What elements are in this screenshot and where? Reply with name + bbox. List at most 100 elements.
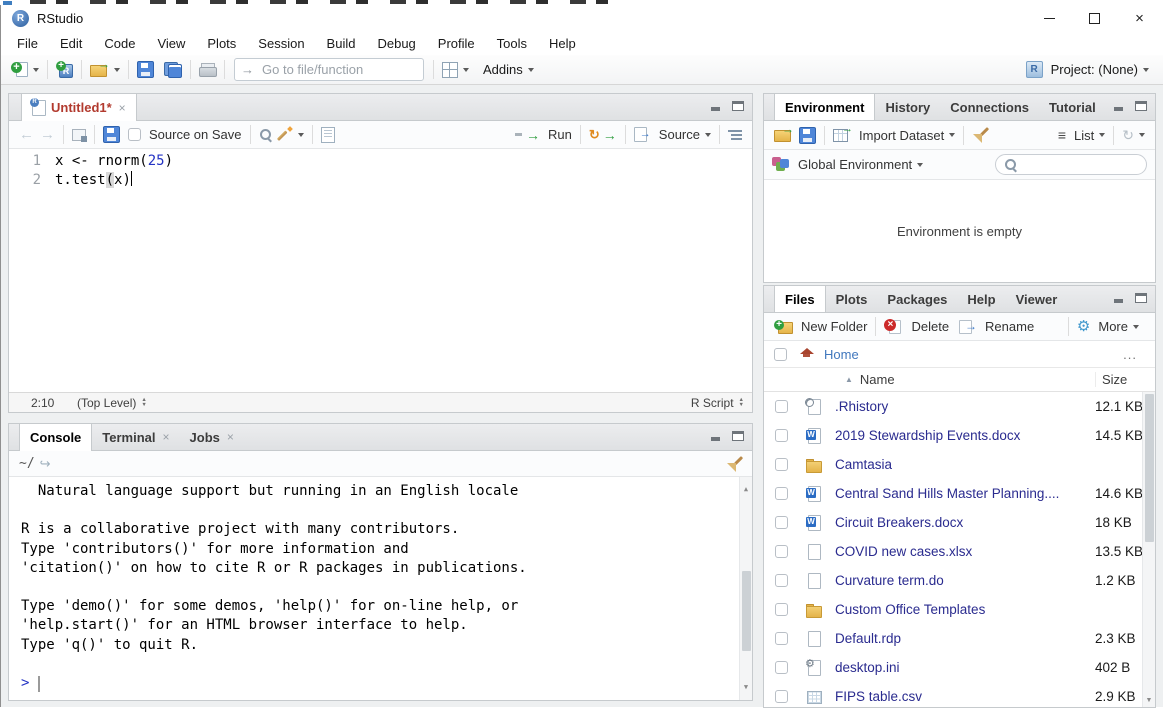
file-checkbox[interactable]: [775, 632, 788, 645]
file-checkbox[interactable]: [775, 458, 788, 471]
environment-scope-selector[interactable]: Global Environment: [795, 155, 926, 174]
file-name-link[interactable]: Curvature term.do: [835, 573, 1095, 588]
minimize-button[interactable]: [1027, 5, 1072, 31]
console-scrollbar[interactable]: ▲ ▼: [739, 477, 752, 700]
file-name-link[interactable]: Circuit Breakers.docx: [835, 515, 1095, 530]
scrollbar-thumb[interactable]: [742, 571, 751, 651]
close-tab-icon[interactable]: ×: [163, 430, 170, 444]
menu-item-code[interactable]: Code: [93, 33, 146, 54]
pane-minimize-icon[interactable]: [1113, 293, 1126, 304]
size-column-header[interactable]: Size: [1095, 372, 1155, 387]
save-source-button[interactable]: [100, 124, 123, 145]
clear-environment-button[interactable]: [969, 125, 991, 145]
save-workspace-button[interactable]: [796, 125, 819, 146]
environment-search-input[interactable]: [1022, 157, 1138, 173]
file-checkbox[interactable]: [775, 516, 788, 529]
scrollbar-thumb[interactable]: [1145, 394, 1154, 542]
source-button[interactable]: Source: [631, 125, 714, 144]
file-row[interactable]: Camtasia: [764, 450, 1155, 479]
pane-minimize-icon[interactable]: [710, 101, 723, 112]
file-name-link[interactable]: FIPS table.csv: [835, 689, 1095, 704]
environment-tab-environment[interactable]: Environment: [774, 94, 875, 121]
compile-report-button[interactable]: [318, 125, 338, 145]
load-workspace-button[interactable]: [771, 126, 796, 144]
new-folder-button[interactable]: New Folder: [771, 317, 870, 336]
file-name-link[interactable]: 2019 Stewardship Events.docx: [835, 428, 1095, 443]
document-outline-button[interactable]: [725, 127, 745, 142]
import-dataset-button[interactable]: Import Dataset: [830, 126, 958, 145]
pane-maximize-icon[interactable]: [1135, 101, 1147, 111]
list-view-button[interactable]: ≡ List: [1055, 125, 1108, 145]
new-project-button[interactable]: [53, 59, 76, 80]
file-name-link[interactable]: desktop.ini: [835, 660, 1095, 675]
file-checkbox[interactable]: [775, 603, 788, 616]
file-name-link[interactable]: Default.rdp: [835, 631, 1095, 646]
close-tab-icon[interactable]: ×: [227, 430, 234, 444]
name-column-header[interactable]: Name: [860, 372, 895, 387]
file-row[interactable]: COVID new cases.xlsx13.5 KB: [764, 537, 1155, 566]
code-tools-button[interactable]: [275, 125, 307, 144]
goto-file-function-input[interactable]: [260, 61, 417, 78]
source-on-save-checkbox[interactable]: Source on Save: [125, 125, 245, 144]
menu-item-plots[interactable]: Plots: [196, 33, 247, 54]
file-type-selector[interactable]: R Script ▲▼: [691, 396, 744, 410]
menu-item-file[interactable]: File: [6, 33, 49, 54]
menu-item-edit[interactable]: Edit: [49, 33, 93, 54]
save-all-button[interactable]: [161, 60, 185, 80]
files-tab-files[interactable]: Files: [774, 286, 826, 313]
menu-item-help[interactable]: Help: [538, 33, 587, 54]
rerun-button[interactable]: ↻→: [586, 125, 620, 145]
project-menu-button[interactable]: R Project: (None): [1023, 59, 1152, 80]
file-row[interactable]: Custom Office Templates: [764, 595, 1155, 624]
environment-tab-tutorial[interactable]: Tutorial: [1039, 94, 1106, 120]
file-checkbox[interactable]: [775, 487, 788, 500]
file-row[interactable]: FIPS table.csv2.9 KB: [764, 682, 1155, 707]
file-row[interactable]: Curvature term.do1.2 KB: [764, 566, 1155, 595]
menu-item-debug[interactable]: Debug: [366, 33, 426, 54]
pane-minimize-icon[interactable]: [710, 431, 723, 442]
files-scrollbar[interactable]: ▼: [1142, 392, 1155, 707]
file-checkbox[interactable]: [775, 661, 788, 674]
refresh-button[interactable]: ↻: [1119, 125, 1148, 146]
goto-directory-icon[interactable]: ↪: [40, 456, 51, 472]
files-tab-plots[interactable]: Plots: [826, 286, 878, 312]
run-button[interactable]: → Run: [512, 125, 575, 145]
menu-item-tools[interactable]: Tools: [486, 33, 538, 54]
console-tab-console[interactable]: Console: [19, 424, 92, 451]
rename-button[interactable]: Rename: [956, 317, 1037, 336]
pane-maximize-icon[interactable]: [1135, 293, 1147, 303]
clear-console-icon[interactable]: [726, 456, 742, 472]
scroll-down-icon[interactable]: ▼: [1143, 697, 1155, 704]
back-button[interactable]: ←: [16, 124, 37, 145]
file-name-link[interactable]: Central Sand Hills Master Planning....: [835, 486, 1095, 501]
maximize-button[interactable]: [1072, 5, 1117, 31]
panes-layout-button[interactable]: [439, 60, 472, 80]
print-button[interactable]: [196, 61, 219, 79]
file-row[interactable]: desktop.ini402 B: [764, 653, 1155, 682]
save-button[interactable]: [134, 59, 157, 80]
file-name-link[interactable]: Camtasia: [835, 457, 1095, 472]
file-row[interactable]: Default.rdp2.3 KB: [764, 624, 1155, 653]
files-tab-packages[interactable]: Packages: [877, 286, 957, 312]
show-in-new-window-button[interactable]: [69, 127, 89, 143]
menu-item-profile[interactable]: Profile: [427, 33, 486, 54]
more-button[interactable]: ⚙ More: [1074, 317, 1142, 336]
file-row[interactable]: Central Sand Hills Master Planning....14…: [764, 479, 1155, 508]
menu-item-build[interactable]: Build: [316, 33, 367, 54]
file-checkbox[interactable]: [775, 545, 788, 558]
open-file-button[interactable]: [87, 61, 123, 79]
goto-file-function-box[interactable]: →: [234, 58, 424, 81]
environment-search-box[interactable]: [995, 154, 1147, 175]
files-tab-viewer[interactable]: Viewer: [1006, 286, 1068, 312]
find-replace-button[interactable]: [256, 126, 275, 143]
file-checkbox[interactable]: [775, 400, 788, 413]
environment-tab-connections[interactable]: Connections: [940, 94, 1039, 120]
file-row[interactable]: Circuit Breakers.docx18 KB: [764, 508, 1155, 537]
menu-item-session[interactable]: Session: [247, 33, 315, 54]
checkbox-icon[interactable]: [128, 128, 141, 141]
file-checkbox[interactable]: [775, 690, 788, 703]
addins-button[interactable]: Addins: [480, 60, 537, 79]
console-output[interactable]: Natural language support but running in …: [9, 477, 752, 700]
code-editor[interactable]: 1x <- rnorm(25)2t.test(x): [9, 149, 752, 392]
close-button[interactable]: ×: [1117, 5, 1162, 31]
